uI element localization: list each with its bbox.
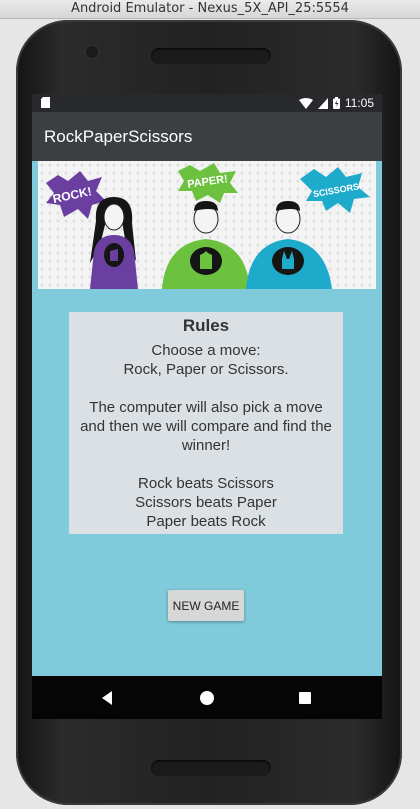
window-title: Android Emulator - Nexus_5X_API_25:5554 [0, 0, 420, 19]
rock-hero [90, 197, 138, 289]
rules-text-line: The computer will also pick a move [89, 399, 323, 416]
rules-text-line: Rock beats Scissors [138, 475, 274, 492]
rock-paper-scissors-banner-illustration: ROCK! PAPER! SCISSORS! [38, 161, 376, 289]
app-bar: RockPaperScissors [32, 112, 382, 161]
wifi-icon [298, 97, 313, 109]
back-icon[interactable] [96, 687, 118, 709]
status-bar: 11:05 [32, 94, 382, 112]
banner-image: ROCK! PAPER! SCISSORS! [38, 161, 376, 289]
rules-text-line: Paper beats Rock [146, 513, 266, 530]
recents-icon[interactable] [294, 687, 316, 709]
app-title: RockPaperScissors [44, 127, 193, 146]
rules-text-line: winner! [181, 437, 231, 454]
bottom-speaker [151, 760, 271, 776]
navigation-bar [32, 676, 382, 719]
sd-card-icon [41, 97, 50, 108]
rules-text-line: Rock, Paper or Scissors. [123, 361, 289, 378]
new-game-button[interactable]: NEW GAME [168, 590, 244, 621]
rules-text-line: and then we will compare and find the [80, 418, 332, 435]
top-speaker [151, 48, 271, 64]
device-screen: 11:05 RockPaperScissors ROCK! PAPER! SCI… [32, 94, 382, 719]
status-icons: 11:05 [298, 96, 374, 110]
rules-card: Rules Choose a move: Rock, Paper or Scis… [69, 312, 343, 534]
battery-icon [332, 97, 340, 109]
status-time: 11:05 [344, 96, 374, 110]
signal-icon [317, 97, 328, 109]
home-icon[interactable] [196, 687, 218, 709]
rules-title: Rules [182, 316, 230, 335]
rules-text-line: Scissors beats Paper [135, 494, 277, 511]
rules-text-line: Choose a move: [151, 342, 261, 359]
front-camera [86, 46, 98, 58]
